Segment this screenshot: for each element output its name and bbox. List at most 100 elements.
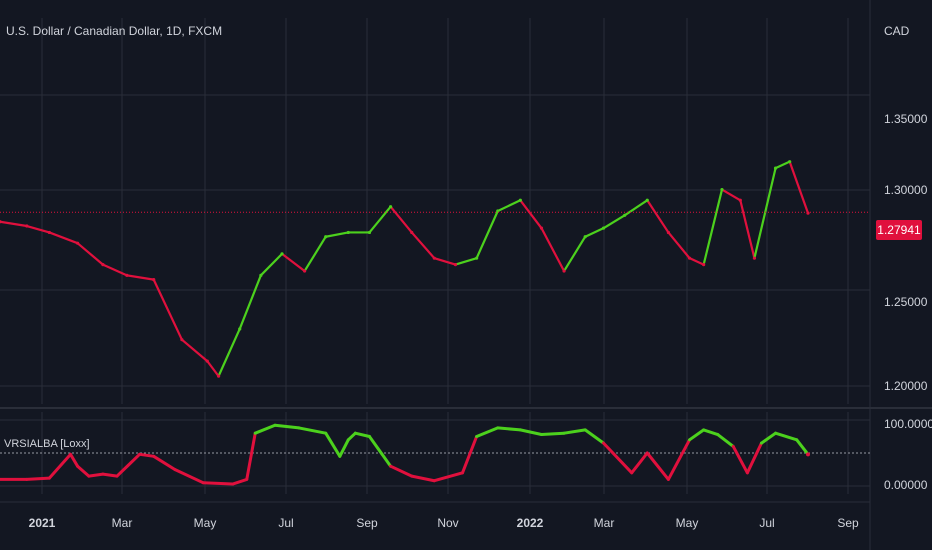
price-point xyxy=(125,273,129,277)
price-line-segment xyxy=(774,160,791,170)
indicator-line-segment xyxy=(795,438,810,456)
price-tick-label: 1.35000 xyxy=(884,112,928,126)
time-tick-label: Mar xyxy=(593,516,615,530)
price-point xyxy=(324,235,328,239)
indicator-tick-label: 100.00000 xyxy=(884,417,932,431)
indicator-line-segment xyxy=(25,476,51,481)
indicator-line-segment xyxy=(774,431,799,442)
indicator-name[interactable]: VRSIALBA [Loxx] xyxy=(4,438,90,450)
price-point xyxy=(410,230,414,235)
price-tick-label: 1.25000 xyxy=(884,295,928,309)
price-line-segment xyxy=(101,263,129,277)
time-tick-label: 2022 xyxy=(516,516,544,530)
price-line-segment xyxy=(739,199,756,260)
indicator-line-segment xyxy=(539,431,566,437)
time-tick-label: May xyxy=(193,516,217,530)
price-line-segment xyxy=(562,235,587,273)
price-point xyxy=(666,230,670,235)
price-line-segment xyxy=(753,167,777,260)
time-tick-label: May xyxy=(675,516,699,530)
price-point xyxy=(47,230,51,235)
price-point xyxy=(702,263,706,267)
price-line-segment xyxy=(368,205,392,234)
price-point xyxy=(180,338,184,342)
price-point xyxy=(738,198,742,202)
price-point xyxy=(280,252,284,256)
price-point xyxy=(720,187,724,192)
indicator-line-segment xyxy=(253,423,277,435)
indicator-line-segment xyxy=(583,428,606,445)
price-point xyxy=(645,198,649,202)
indicator-line-segment xyxy=(688,428,706,442)
price-line-segment xyxy=(702,188,724,266)
indicator-line-segment xyxy=(115,452,142,478)
price-line-segment xyxy=(303,235,327,273)
indicator-line-segment xyxy=(410,474,436,483)
indicator-line-segment xyxy=(518,428,543,437)
indicator-line-segment xyxy=(201,481,235,486)
indicator-line-segment xyxy=(231,477,249,486)
price-point xyxy=(687,256,692,260)
price-line-segment xyxy=(623,199,649,217)
price-point xyxy=(623,213,627,217)
indicator-line-segment xyxy=(716,433,735,448)
price-line-segment xyxy=(475,209,499,260)
indicator-line-segment xyxy=(76,464,91,478)
time-tick-label: Sep xyxy=(356,516,378,530)
indicator-line-segment xyxy=(731,444,749,475)
indicator-line-segment xyxy=(475,426,500,438)
indicator-line-segment xyxy=(87,472,105,478)
indicator-line-segment xyxy=(666,438,692,481)
price-line-segment xyxy=(259,252,284,277)
price-point xyxy=(205,359,209,363)
indicator-line-segment xyxy=(338,438,350,458)
price-line-segment xyxy=(454,257,478,266)
price-line-segment xyxy=(206,360,220,378)
price-line-segment xyxy=(584,227,605,238)
currency-label: CAD xyxy=(884,24,910,38)
symbol-title: U.S. Dollar / Canadian Dollar, 1D, FXCM xyxy=(6,24,223,38)
price-line-segment xyxy=(125,274,155,281)
price-point xyxy=(752,256,757,260)
last-price-tag: 1.27941 xyxy=(876,220,922,240)
time-tick-label: Nov xyxy=(437,516,459,530)
time-tick-label: Mar xyxy=(111,516,133,530)
price-line-segment xyxy=(76,242,105,266)
price-tick-label: 1.30000 xyxy=(884,183,928,197)
indicator-line-segment xyxy=(702,428,720,437)
price-point xyxy=(432,256,436,260)
price-line-segment xyxy=(280,252,306,273)
price-line-segment xyxy=(152,278,184,341)
price-line-segment xyxy=(720,188,742,202)
indicator-line-segment xyxy=(297,426,328,435)
price-line-segment xyxy=(688,257,705,266)
indicator-line-segment xyxy=(602,441,634,475)
time-tick-label: Jul xyxy=(759,516,775,530)
price-point xyxy=(389,205,393,209)
indicator-point xyxy=(806,452,810,457)
chart-canvas[interactable] xyxy=(0,0,932,550)
price-line-segment xyxy=(646,199,670,234)
indicator-line-segment xyxy=(562,428,587,435)
price-point xyxy=(539,226,544,230)
time-tick-label: 2021 xyxy=(28,516,56,530)
indicator-line-segment xyxy=(273,423,301,430)
price-point xyxy=(583,235,587,239)
price-point xyxy=(562,269,566,273)
indicator-line-segment xyxy=(630,451,649,475)
price-point xyxy=(152,278,156,282)
price-line-segment xyxy=(238,274,262,331)
indicator-line-segment xyxy=(69,452,80,468)
price-line-segment xyxy=(324,231,350,238)
price-point xyxy=(259,273,263,277)
indicator-line-segment xyxy=(138,452,156,458)
indicator-line-segment xyxy=(389,464,414,478)
price-line-segment xyxy=(48,231,79,245)
price-line-segment xyxy=(602,214,626,230)
price-point xyxy=(773,166,778,170)
indicator-line-segment xyxy=(101,472,119,478)
price-point xyxy=(25,224,29,228)
indicator-line-segment xyxy=(461,435,479,475)
price-line-segment xyxy=(540,227,566,273)
indicator-line-segment xyxy=(173,468,205,485)
